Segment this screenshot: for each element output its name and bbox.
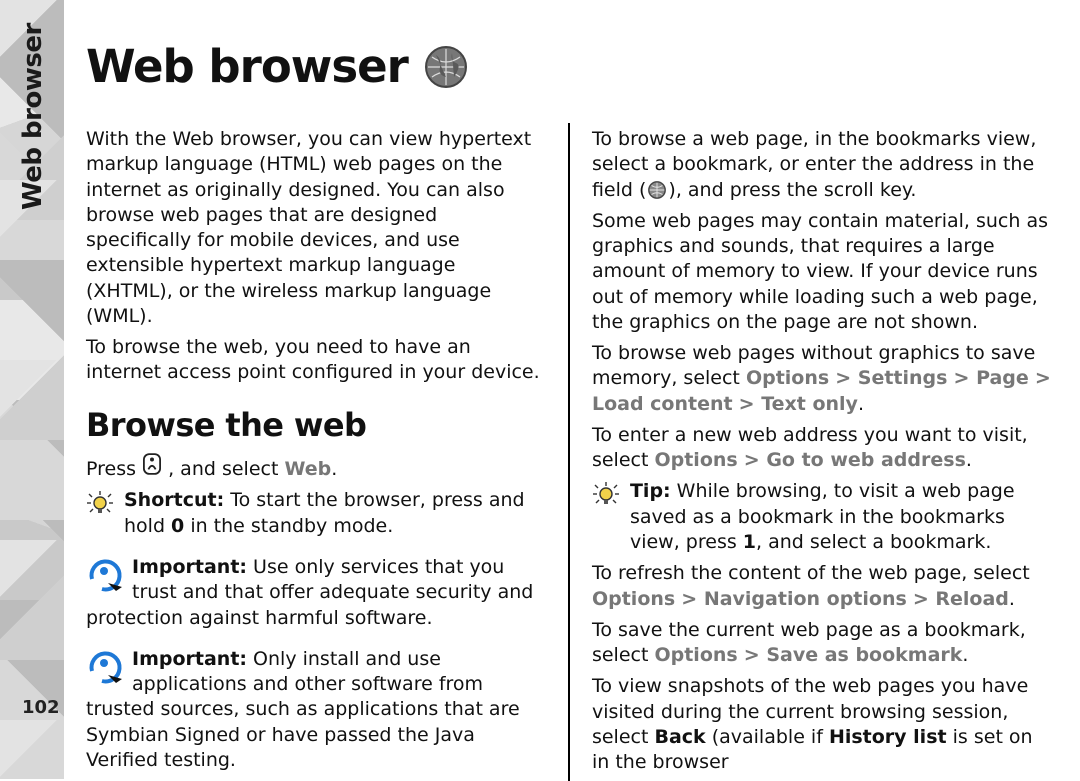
- shortcut-label: Shortcut:: [124, 489, 224, 511]
- menu-nav-options: Navigation options: [704, 588, 907, 610]
- page-title-text: Web browser: [86, 40, 408, 93]
- menu-reload: Reload: [935, 588, 1009, 610]
- shortcut-block: Shortcut: To start the browser, press an…: [86, 488, 546, 539]
- menu-text-only: Text only: [761, 393, 858, 415]
- history-paragraph: To view snapshots of the web pages you h…: [592, 674, 1052, 775]
- page-title: Web browser: [86, 40, 1052, 93]
- back-label: Back: [654, 726, 705, 748]
- important-block-2: Important: Only install and use applicat…: [86, 647, 546, 773]
- page-number: 102: [22, 697, 60, 718]
- important-arrow-icon: [86, 555, 126, 593]
- menu-options-3: Options: [592, 588, 675, 610]
- important-label-1: Important:: [132, 556, 247, 578]
- p7-b: (available if: [706, 726, 829, 748]
- browse-bookmark-paragraph: To browse a web page, in the bookmarks v…: [592, 127, 1052, 203]
- home-key-icon: [142, 452, 162, 476]
- tip-one: 1: [743, 531, 756, 553]
- p1-b: ), and press the scroll key.: [668, 179, 916, 201]
- p3-b: .: [858, 393, 864, 415]
- press-mid: , and select: [168, 458, 284, 480]
- page-content: Web browser With the Web browser, you ca…: [86, 40, 1052, 781]
- menu-page: Page: [976, 367, 1029, 389]
- gt: >: [739, 393, 762, 415]
- right-column: To browse a web page, in the bookmarks v…: [570, 121, 1052, 781]
- important-block-1: Important: Use only services that you tr…: [86, 555, 546, 631]
- tip-bulb-icon: [86, 490, 114, 516]
- menu-save-bookmark: Save as bookmark: [766, 644, 962, 666]
- menu-load-content: Load content: [592, 393, 733, 415]
- memory-paragraph: Some web pages may contain material, suc…: [592, 209, 1052, 335]
- important-arrow-icon: [86, 647, 126, 685]
- press-web-line: Press , and select Web.: [86, 452, 546, 482]
- access-point-paragraph: To browse the web, you need to have an i…: [86, 335, 546, 386]
- p5-a: To refresh the content of the web page, …: [592, 562, 1030, 584]
- shortcut-body-b: in the standby mode.: [184, 515, 393, 537]
- intro-paragraph: With the Web browser, you can view hyper…: [86, 127, 546, 329]
- side-tab-label: Web browser: [18, 23, 48, 210]
- shortcut-text: Shortcut: To start the browser, press an…: [124, 488, 546, 539]
- gt: >: [835, 367, 858, 389]
- gt: >: [744, 644, 767, 666]
- history-list-label: History list: [829, 726, 947, 748]
- go-address-paragraph: To enter a new web address you want to v…: [592, 423, 1052, 474]
- gt: >: [954, 367, 977, 389]
- gt: >: [744, 449, 767, 471]
- browse-subheading: Browse the web: [86, 404, 546, 447]
- text-only-paragraph: To browse web pages without graphics to …: [592, 341, 1052, 417]
- left-column: With the Web browser, you can view hyper…: [86, 121, 568, 781]
- menu-settings: Settings: [858, 367, 948, 389]
- menu-go-address: Go to web address: [766, 449, 966, 471]
- gt: >: [913, 588, 936, 610]
- tip-text: Tip: While browsing, to visit a web page…: [630, 479, 1052, 555]
- press-suffix: .: [331, 458, 337, 480]
- gt: >: [1035, 367, 1051, 389]
- menu-options-2: Options: [654, 449, 737, 471]
- p5-b: .: [1009, 588, 1015, 610]
- p6-b: .: [962, 644, 968, 666]
- address-globe-icon: [646, 179, 668, 201]
- reload-paragraph: To refresh the content of the web page, …: [592, 561, 1052, 612]
- important-label-2: Important:: [132, 648, 247, 670]
- tip-bulb-icon: [592, 481, 620, 507]
- shortcut-zero: 0: [171, 515, 184, 537]
- tip-b: , and select a bookmark.: [756, 531, 991, 553]
- tip-label: Tip:: [630, 480, 671, 502]
- menu-options-4: Options: [654, 644, 737, 666]
- tip-block: Tip: While browsing, to visit a web page…: [592, 479, 1052, 555]
- p4-b: .: [966, 449, 972, 471]
- menu-options-1: Options: [746, 367, 829, 389]
- save-bookmark-paragraph: To save the current web page as a bookma…: [592, 618, 1052, 669]
- gt: >: [681, 588, 704, 610]
- globe-icon: [424, 45, 468, 89]
- press-prefix: Press: [86, 458, 142, 480]
- menu-web: Web: [284, 458, 331, 480]
